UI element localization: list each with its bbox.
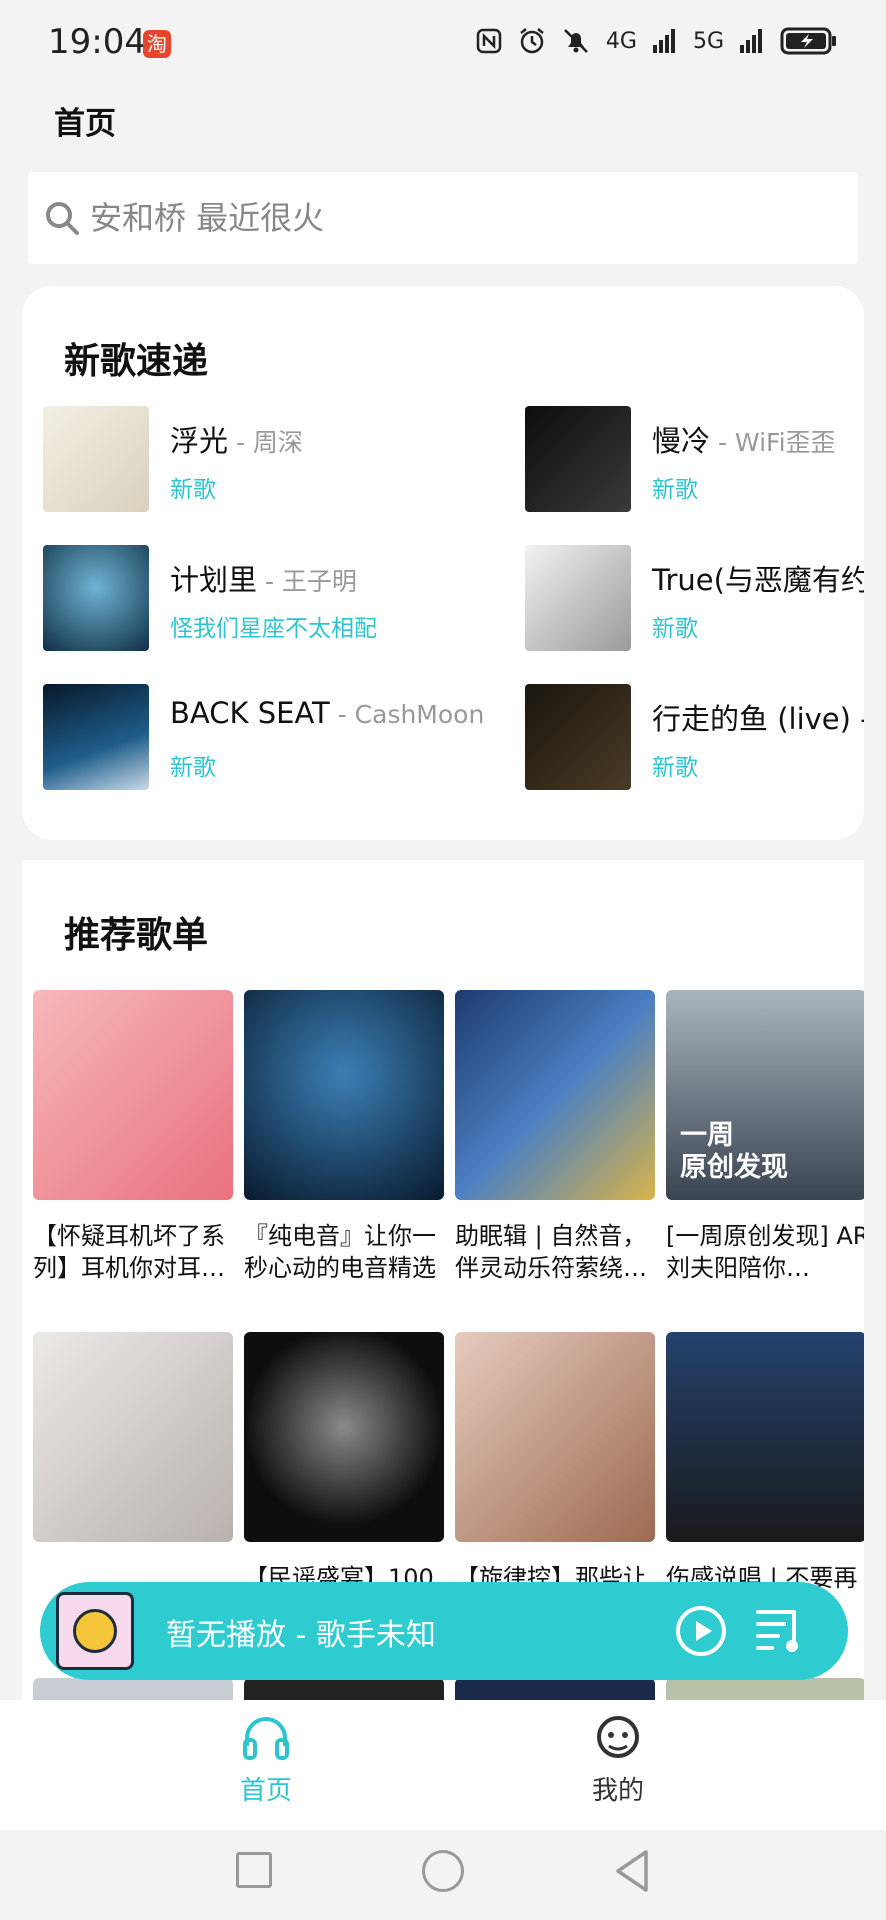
signal-4g-label: 4G	[605, 28, 637, 54]
system-nav-bar	[0, 1830, 886, 1920]
new-songs-title: 新歌速递	[64, 341, 209, 382]
song-title: 慢冷	[652, 424, 711, 458]
playlist-cover	[244, 1332, 444, 1542]
mute-icon	[564, 29, 588, 53]
song-cover	[525, 684, 631, 790]
song-artist: - 王子明	[257, 567, 357, 596]
song-item[interactable]: 计划里 - 王子明 怪我们星座不太相配	[43, 545, 443, 651]
new-songs-section: 新歌速递 浮光 - 周深 新歌 慢冷 - WiFi歪歪 新歌 计划里 - 王子明…	[22, 286, 864, 840]
signal-4g-icon	[652, 29, 675, 53]
status-time: 19:04	[48, 22, 146, 62]
song-title: 计划里	[170, 563, 258, 597]
song-artist: - 周深	[228, 428, 303, 457]
tab-home-label: 首页	[239, 1776, 292, 1806]
song-tag: 新歌	[652, 755, 698, 781]
song-item[interactable]: 行走的鱼 (live) - 新歌	[525, 684, 864, 790]
mini-player[interactable]: 暂无播放 - 歌手未知	[40, 1582, 848, 1680]
nfc-icon	[476, 28, 502, 54]
playlist-cover	[244, 990, 444, 1200]
taobao-badge-icon: 淘	[143, 30, 171, 58]
alarm-icon	[520, 28, 544, 54]
song-tag: 新歌	[652, 477, 698, 503]
playlist-cover-caption: 一周 原创发现	[680, 1120, 788, 1183]
search-icon	[46, 202, 79, 235]
now-playing-text: 暂无播放 - 歌手未知	[166, 1618, 436, 1653]
signal-5g-icon	[740, 29, 762, 53]
playlist-cover	[666, 1332, 864, 1542]
status-bar: 19:04 淘 4G 5G	[0, 0, 886, 90]
search-input[interactable]	[90, 199, 810, 237]
song-artist: - CashMoon	[329, 700, 485, 729]
playlist-title: [一周原创发现] AR刘夫阳陪你…	[666, 1222, 864, 1282]
playlist-item[interactable]: 助眠辑 | 自然音，伴灵动乐符萦绕…	[455, 990, 655, 1284]
play-button[interactable]	[676, 1606, 726, 1656]
song-cover	[525, 406, 631, 512]
song-artist: - WiFi歪歪	[710, 428, 836, 457]
song-cover	[43, 545, 149, 651]
song-cover	[525, 545, 631, 651]
battery-charging-icon	[780, 27, 836, 55]
playlist-title: 助眠辑 | 自然音，伴灵动乐符萦绕…	[455, 1222, 647, 1282]
signal-5g-label: 5G	[692, 28, 724, 54]
song-cover	[43, 684, 149, 790]
tab-home[interactable]: 首页	[196, 1714, 336, 1807]
playlist-item[interactable]: 一周 原创发现 [一周原创发现] AR刘夫阳陪你…	[666, 990, 864, 1284]
bottom-tab-bar: 首页 我的	[0, 1700, 886, 1830]
playlist-cover: 一周 原创发现	[666, 990, 864, 1200]
song-title: 浮光	[170, 424, 229, 458]
song-tag: 新歌	[170, 477, 216, 503]
user-face-icon	[597, 1716, 639, 1758]
playlist-cover	[33, 990, 233, 1200]
song-cover	[43, 406, 149, 512]
playlist-cover	[455, 1332, 655, 1542]
playlist-title: 【怀疑耳机坏了系列】耳机你对耳…	[33, 1222, 225, 1282]
song-title: 行走的鱼 (live) -	[652, 702, 864, 736]
playlist-item[interactable]: 『纯电音』让你一秒心动的电音精选	[244, 990, 444, 1284]
search-bar[interactable]	[28, 172, 858, 264]
playlist-item[interactable]: 【怀疑耳机坏了系列】耳机你对耳…	[33, 990, 233, 1284]
album-disc-icon	[56, 1592, 134, 1670]
song-item[interactable]: True(与恶魔有约 新歌	[525, 545, 864, 651]
recent-apps-button[interactable]	[236, 1852, 272, 1888]
song-tag: 怪我们星座不太相配	[170, 616, 377, 642]
playlist-queue-icon[interactable]	[756, 1606, 808, 1656]
song-item[interactable]: 浮光 - 周深 新歌	[43, 406, 443, 512]
playlist-cover	[33, 1332, 233, 1542]
playlist-cover	[455, 990, 655, 1200]
playlist-title: 『纯电音』让你一秒心动的电音精选	[244, 1222, 436, 1282]
tab-me-label: 我的	[591, 1776, 644, 1806]
status-icons: 4G 5G	[476, 26, 838, 56]
back-button-icon[interactable]	[612, 1848, 652, 1894]
headphones-icon	[243, 1717, 289, 1760]
song-title: BACK SEAT	[170, 696, 330, 730]
song-tag: 新歌	[170, 755, 216, 781]
song-item[interactable]: 慢冷 - WiFi歪歪 新歌	[525, 406, 864, 512]
page-title: 首页	[54, 106, 116, 142]
home-button[interactable]	[422, 1850, 464, 1892]
song-tag: 新歌	[652, 616, 698, 642]
playlists-title: 推荐歌单	[64, 915, 209, 956]
song-item[interactable]: BACK SEAT - CashMoon 新歌	[43, 684, 484, 790]
tab-me[interactable]: 我的	[548, 1714, 688, 1807]
song-title: True(与恶魔有约	[652, 563, 864, 597]
